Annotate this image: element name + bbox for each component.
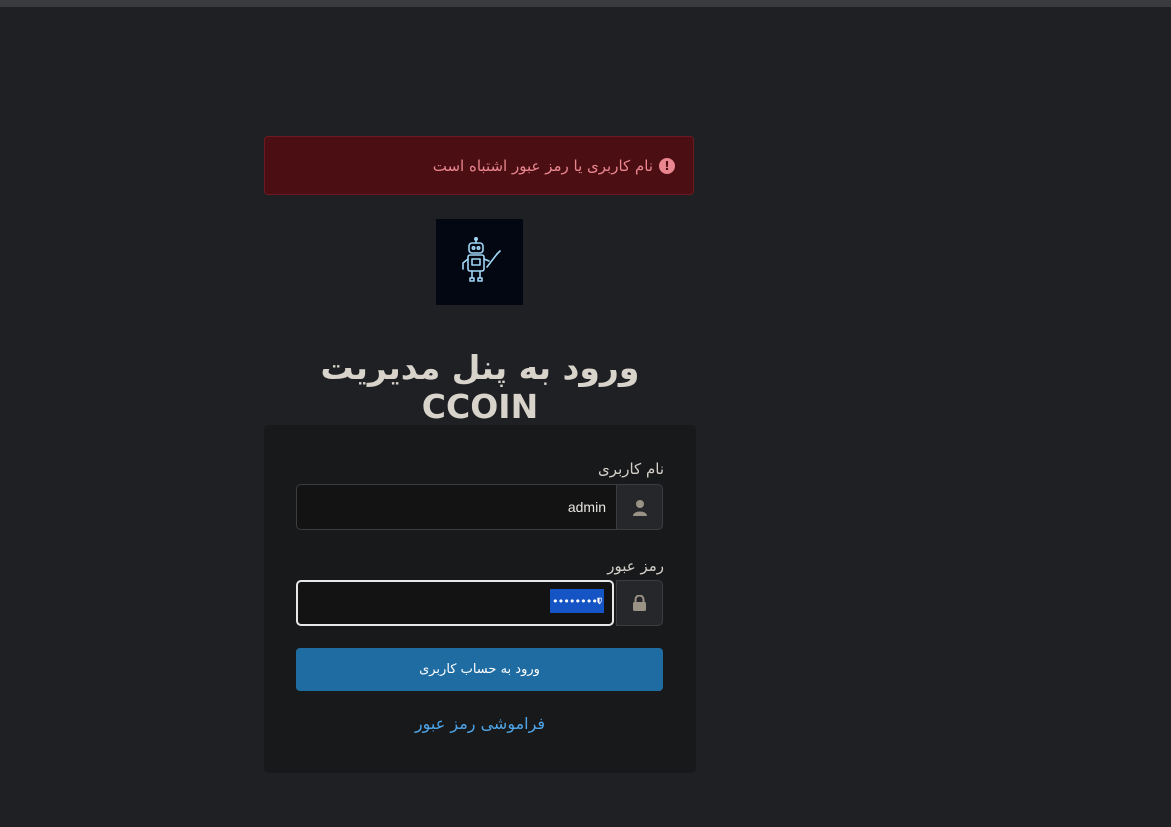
password-manager-badge[interactable]: •••••••• — [550, 589, 604, 613]
robot-logo — [436, 219, 523, 305]
username-addon — [616, 484, 663, 530]
exclamation-circle-icon: ! — [659, 157, 675, 174]
browser-top-strip — [0, 0, 1171, 7]
login-button[interactable]: ورود به حساب کاربری — [296, 648, 663, 691]
username-input-group — [296, 484, 663, 530]
error-alert: ! نام کاربری یا رمز عبور اشتباه است — [264, 136, 694, 195]
password-manager-dots: •••••••• — [552, 594, 598, 608]
forgot-password-link[interactable]: فراموشی رمز عبور — [264, 714, 696, 733]
login-card: نام کاربری رمز عبور •••••••• ورود به حسا — [264, 425, 696, 773]
username-label: نام کاربری — [598, 460, 664, 478]
page-title: ورود به پنل مدیریت CCOIN — [320, 348, 640, 426]
password-input-group: •••••••• — [296, 580, 663, 626]
error-message: نام کاربری یا رمز عبور اشتباه است — [432, 156, 653, 175]
password-addon — [616, 580, 663, 626]
shield-icon — [597, 597, 602, 605]
username-input[interactable] — [296, 484, 616, 530]
lock-icon — [633, 595, 646, 611]
password-label: رمز عبور — [607, 557, 664, 575]
robot-icon — [461, 237, 501, 282]
user-icon — [632, 499, 647, 516]
